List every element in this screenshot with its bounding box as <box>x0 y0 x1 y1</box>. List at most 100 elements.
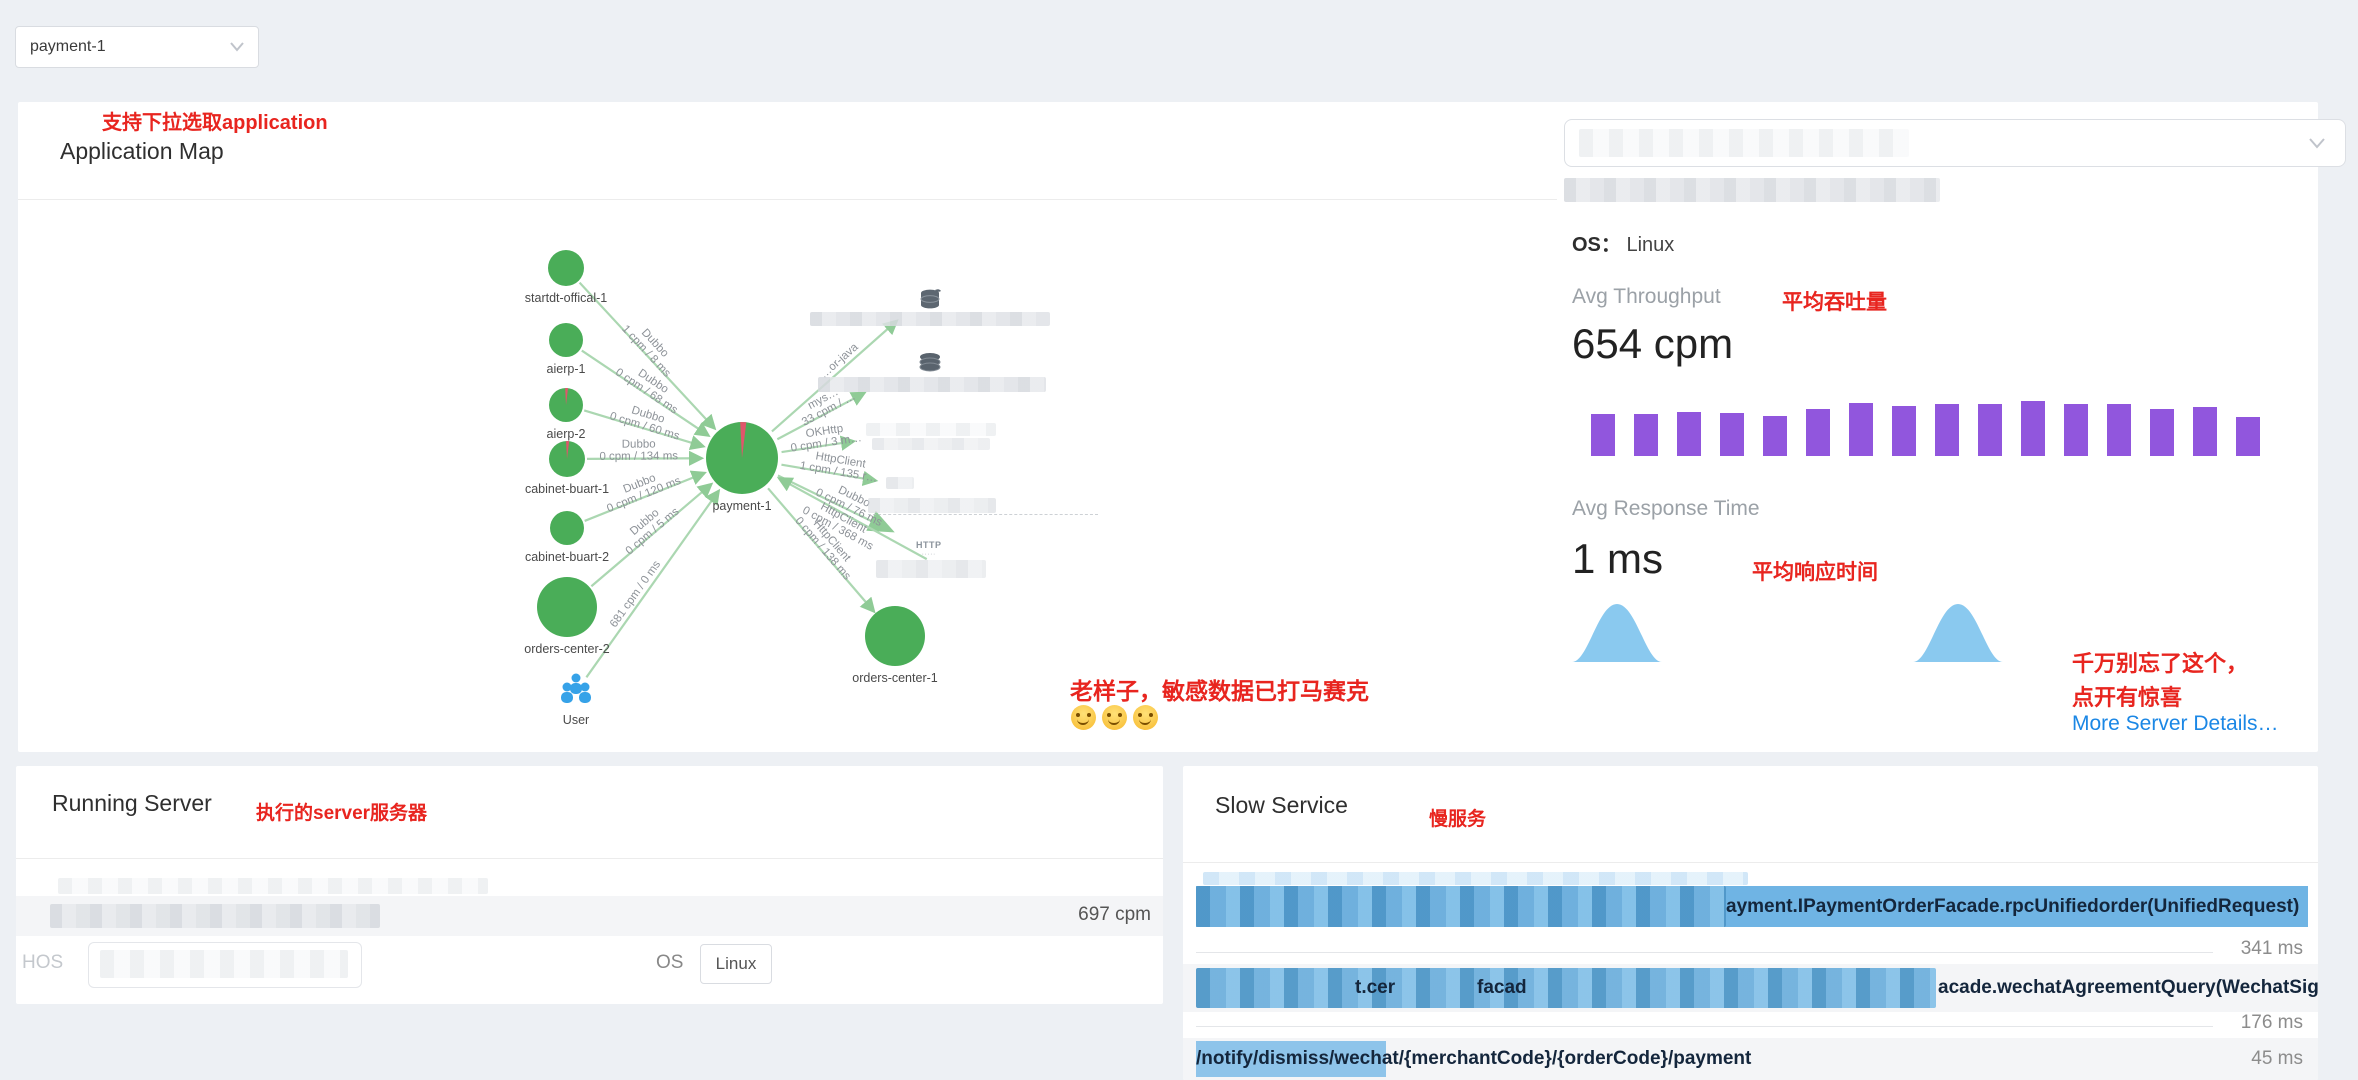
node-user[interactable]: User <box>561 674 591 728</box>
throughput-bar <box>2193 407 2217 456</box>
map-node-label: aierp-2 <box>547 427 586 441</box>
node-cabinet-buart-1[interactable]: cabinet-buart-1 <box>525 441 609 496</box>
masked-node-label <box>886 477 914 489</box>
map-node-label: startdt-offical-1 <box>525 291 607 305</box>
running-server-row[interactable]: 697 cpm <box>16 896 1163 936</box>
throughput-bar <box>1591 414 1615 456</box>
masked-text-fragment: HOS <box>22 952 63 974</box>
server-throughput: 697 cpm <box>996 904 1151 926</box>
masked-node-label <box>876 560 986 578</box>
apm-dashboard: { "app_selector": { "value": "payment-1"… <box>0 0 2358 1080</box>
slow-service-row[interactable]: t.cer facad acade.wechatAgreementQuery(W… <box>1183 964 2318 1012</box>
slow-service-time: 176 ms <box>2213 1012 2303 1034</box>
masked-node-label <box>868 498 996 513</box>
map-node-label: orders-center-1 <box>852 671 937 685</box>
slow-service-name: /notify/dismiss/wechat/{merchantCode}/{o… <box>1196 1038 1751 1080</box>
slow-service-time: 341 ms <box>2213 938 2303 960</box>
response-time-sparkline <box>1572 600 1662 662</box>
note-surprise-line2: 点开有惊喜 <box>2072 680 2182 712</box>
smile-emoji <box>1102 705 1127 730</box>
note-slow-service: 慢服务 <box>1429 804 1486 831</box>
note-running-server: 执行的server服务器 <box>256 798 427 825</box>
masked-server-subtitle <box>1564 178 1940 202</box>
application-selector[interactable]: payment-1 <box>15 26 259 68</box>
application-selector-value: payment-1 <box>30 38 106 56</box>
slow-service-divider <box>1183 862 2318 863</box>
avg-response-value: 1 ms <box>1572 535 1663 583</box>
throughput-bar <box>2107 404 2131 456</box>
map-node-label: User <box>563 713 589 727</box>
throughput-bar <box>2021 401 2045 456</box>
map-edge-label: 681 cpm / 0 ms <box>608 559 663 630</box>
slow-service-name: ayment.IPaymentOrderFacade.rpcUnifiedord… <box>1726 886 2299 927</box>
masked-overlay <box>1203 872 1748 885</box>
map-node-label: aierp-1 <box>547 362 586 376</box>
map-edge-label: Dubbo1 cpm / 8 ms <box>619 315 682 380</box>
masked-node-label <box>866 423 996 436</box>
node-startdt-offical-1[interactable]: startdt-offical-1 <box>525 250 607 305</box>
server-selector[interactable] <box>1564 119 2346 167</box>
slow-service-row[interactable]: ayment.IPaymentOrderFacade.rpcUnifiedord… <box>1196 886 2308 927</box>
running-server-divider <box>16 858 1163 859</box>
response-time-sparkline <box>1913 600 2003 662</box>
throughput-bar <box>1806 409 1830 456</box>
masked-badge-text <box>100 950 348 978</box>
avg-response-label: Avg Response Time <box>1572 497 1760 521</box>
slow-service-name: acade.wechatAgreementQuery(WechatSignQue… <box>1938 964 2318 1012</box>
map-edge-label: Dubbo0 cpm / 134 ms <box>599 438 678 462</box>
masked-node-label <box>872 438 990 450</box>
slow-service-row[interactable]: /notify/dismiss/wechat/{merchantCode}/{o… <box>1183 1038 2318 1080</box>
node-payment-1[interactable]: payment-1 <box>706 422 778 513</box>
throughput-bar <box>1720 413 1744 456</box>
avg-throughput-label: Avg Throughput <box>1572 285 1721 309</box>
throughput-bar <box>1892 406 1916 456</box>
throughput-bar <box>2236 417 2260 456</box>
os-label: OS： <box>1572 234 1621 256</box>
map-node-label: payment-1 <box>712 499 771 513</box>
os-label: OS <box>656 952 683 974</box>
map-edge-label: HttpClient1 cpm / 135 r… <box>799 448 881 485</box>
row-divider <box>1196 952 2213 953</box>
smile-emoji <box>1071 705 1096 730</box>
masked-node-label <box>818 377 1046 392</box>
node-aierp-2[interactable]: aierp-2 <box>547 388 586 441</box>
chevron-down-icon <box>2309 138 2325 149</box>
datastore-icon <box>917 352 943 377</box>
running-server-row[interactable]: HOS OS Linux <box>16 942 1163 994</box>
smile-emoji <box>1133 705 1158 730</box>
note-avg-response: 平均响应时间 <box>1752 556 1878 586</box>
map-edge-label: OKHttp0 cpm / 3 m… <box>788 420 862 454</box>
note-surprise-line1: 千万别忘了这个， <box>2072 646 2248 678</box>
slow-service-time: 45 ms <box>2213 1038 2303 1080</box>
masked-service-bar <box>1196 968 1936 1008</box>
throughput-bar <box>1849 403 1873 456</box>
map-node-label: orders-center-2 <box>524 642 609 656</box>
avg-throughput-value: 654 cpm <box>1572 320 1733 368</box>
node-cabinet-buart-2[interactable]: cabinet-buart-2 <box>525 511 609 564</box>
os-value: Linux <box>1626 234 1674 256</box>
node-orders-center-1[interactable]: orders-center-1 <box>852 606 937 685</box>
running-server-title: Running Server <box>52 790 212 817</box>
http-icon: HTTP····· <box>916 541 942 559</box>
application-map-graph[interactable]: Dubbo1 cpm / 8 msDubbo0 cpm / 68 msDubbo… <box>18 102 1556 752</box>
masked-service-prefix <box>1196 886 1726 927</box>
throughput-bar <box>1763 416 1787 456</box>
masked-strikethrough-text <box>868 514 1098 521</box>
more-server-details-link[interactable]: More Server Details… <box>2072 712 2279 736</box>
node-aierp-1[interactable]: aierp-1 <box>547 323 586 376</box>
running-server-card: Running Server 执行的server服务器 697 cpm HOS … <box>16 766 1163 1004</box>
note-avg-throughput: 平均吞吐量 <box>1782 286 1887 316</box>
map-edge-label: …or-java <box>818 341 861 381</box>
note-masked-data: 老样子，敏感数据已打马赛克 <box>1070 672 1369 706</box>
map-node-label: cabinet-buart-2 <box>525 550 609 564</box>
emoji-row <box>1071 705 1164 735</box>
throughput-bar <box>2064 404 2088 456</box>
row-divider <box>1196 1026 2213 1027</box>
node-orders-center-2[interactable]: orders-center-2 <box>524 577 609 656</box>
os-linux-badge: Linux <box>700 944 772 984</box>
os-line: OS： Linux <box>1572 228 1674 257</box>
throughput-bar <box>1634 414 1658 456</box>
throughput-bar <box>1935 404 1959 456</box>
masked-server-name <box>50 904 380 928</box>
throughput-bar <box>2150 409 2174 456</box>
